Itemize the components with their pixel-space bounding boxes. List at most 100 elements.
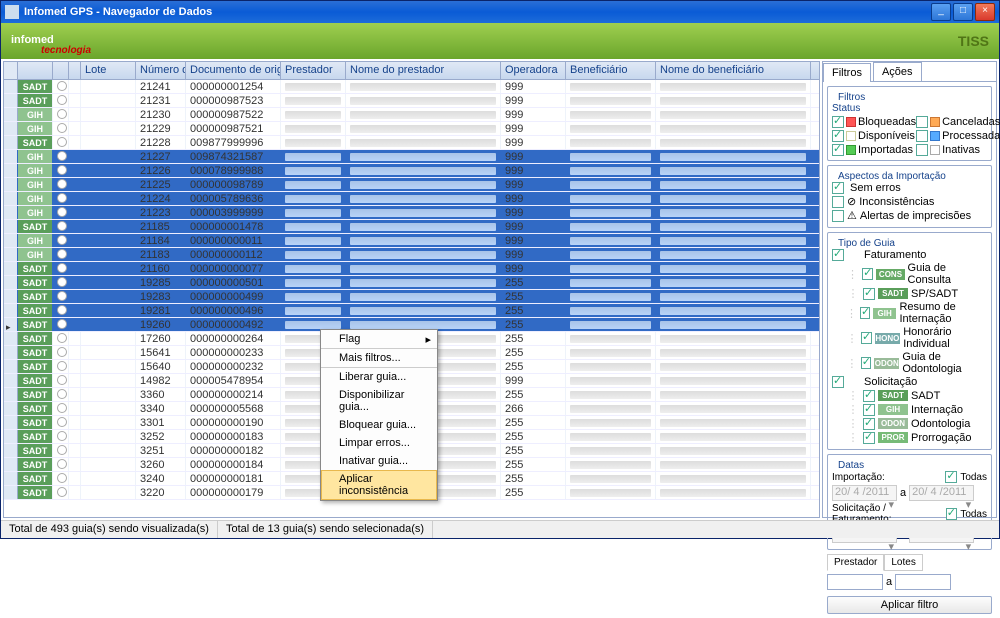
table-row[interactable]: GIH21226000078999988999: [4, 164, 819, 178]
flag-icon: [57, 403, 67, 413]
table-row[interactable]: SADT21228009877999996999: [4, 136, 819, 150]
row-tag: GIH: [18, 206, 53, 219]
table-row[interactable]: GIH21183000000000112999: [4, 248, 819, 262]
menu-item[interactable]: Flag▸: [321, 330, 437, 349]
checkbox-todas-imp[interactable]: [945, 471, 957, 483]
flag-icon: [57, 389, 67, 399]
table-row[interactable]: SADT19283000000000499255: [4, 290, 819, 304]
checkbox-todas-sol[interactable]: [946, 508, 958, 520]
flag-icon: [57, 431, 67, 441]
tipo-tag: ODON: [878, 418, 908, 429]
table-row[interactable]: GIH21184000000000011999: [4, 234, 819, 248]
flag-icon: [57, 151, 67, 161]
flag-icon: [57, 445, 67, 455]
checkbox[interactable]: [863, 288, 875, 300]
side-panel: Filtros Ações Filtros Status BloqueadasC…: [822, 61, 997, 518]
tipo-tag: SADT: [878, 390, 908, 401]
table-row[interactable]: SADT19285000000000501255: [4, 276, 819, 290]
date-imp-to[interactable]: 20/ 4 /2011▾: [909, 485, 974, 501]
status-icon: [930, 117, 940, 127]
prestador-to[interactable]: [895, 574, 951, 590]
table-row[interactable]: GIH21229000000987521999: [4, 122, 819, 136]
date-imp-from[interactable]: 20/ 4 /2011▾: [832, 485, 897, 501]
window-title: Infomed GPS - Navegador de Dados: [24, 6, 931, 18]
flag-icon: [57, 165, 67, 175]
checkbox[interactable]: [861, 332, 872, 344]
checkbox[interactable]: [863, 432, 875, 444]
tab-lotes[interactable]: Lotes: [884, 554, 922, 571]
flag-icon: [57, 291, 67, 301]
row-tag: SADT: [18, 304, 53, 317]
row-tag: GIH: [18, 234, 53, 247]
row-tag: SADT: [18, 402, 53, 415]
flag-icon: [57, 179, 67, 189]
tipo-tag: ODON: [874, 358, 899, 369]
checkbox[interactable]: [916, 130, 928, 142]
flag-icon: [57, 193, 67, 203]
checkbox[interactable]: [832, 116, 844, 128]
checkbox[interactable]: [862, 268, 873, 280]
menu-item[interactable]: Inativar guia...: [321, 452, 437, 470]
aplicar-filtro-button[interactable]: Aplicar filtro: [827, 596, 992, 614]
table-row[interactable]: SADT21241000000001254999: [4, 80, 819, 94]
tab-acoes[interactable]: Ações: [873, 62, 922, 81]
flag-icon: [57, 473, 67, 483]
menu-item[interactable]: Disponibilizar guia...: [321, 386, 437, 416]
table-row[interactable]: GIH21227009874321587999: [4, 150, 819, 164]
checkbox[interactable]: [832, 376, 844, 388]
table-row[interactable]: SADT19281000000000496255: [4, 304, 819, 318]
checkbox[interactable]: [916, 116, 928, 128]
flag-icon: [57, 417, 67, 427]
row-tag: SADT: [18, 486, 53, 499]
flag-icon: [57, 459, 67, 469]
row-tag: SADT: [18, 444, 53, 457]
status-icon: [846, 131, 856, 141]
row-tag: SADT: [18, 220, 53, 233]
checkbox[interactable]: [916, 144, 928, 156]
flag-icon: [57, 95, 67, 105]
close-button[interactable]: ×: [975, 3, 995, 21]
grid-header[interactable]: Lote Número da guia Documento de origem …: [4, 62, 819, 80]
menu-item[interactable]: Aplicar inconsistência: [321, 470, 437, 500]
tipo-tag: GIH: [878, 404, 908, 415]
table-row[interactable]: SADT21160000000000077999: [4, 262, 819, 276]
checkbox[interactable]: [832, 182, 844, 194]
checkbox[interactable]: [863, 390, 875, 402]
flag-icon: [57, 361, 67, 371]
checkbox[interactable]: [860, 307, 870, 319]
minimize-button[interactable]: _: [931, 3, 951, 21]
table-row[interactable]: GIH21223000003999999999: [4, 206, 819, 220]
checkbox[interactable]: [861, 357, 871, 369]
menu-item[interactable]: Liberar guia...: [321, 368, 437, 386]
checkbox[interactable]: [863, 418, 875, 430]
checkbox[interactable]: [832, 210, 844, 222]
flag-icon: [57, 487, 67, 497]
checkbox[interactable]: [832, 196, 844, 208]
checkbox[interactable]: [832, 144, 844, 156]
menu-item[interactable]: Mais filtros...: [321, 349, 437, 368]
checkbox[interactable]: [832, 130, 844, 142]
flag-icon: [57, 277, 67, 287]
status-icon: [930, 145, 940, 155]
menu-item[interactable]: Limpar erros...: [321, 434, 437, 452]
checkbox[interactable]: [863, 404, 875, 416]
tab-prestador[interactable]: Prestador: [827, 554, 884, 571]
table-row[interactable]: GIH21230000000987522999: [4, 108, 819, 122]
flag-icon: [57, 123, 67, 133]
maximize-button[interactable]: □: [953, 3, 973, 21]
checkbox[interactable]: [832, 249, 844, 261]
table-row[interactable]: GIH21225000000098789999: [4, 178, 819, 192]
table-row[interactable]: SADT21185000000001478999: [4, 220, 819, 234]
menu-item[interactable]: Bloquear guia...: [321, 416, 437, 434]
table-row[interactable]: SADT21231000000987523999: [4, 94, 819, 108]
row-tag: SADT: [18, 458, 53, 471]
tab-filtros[interactable]: Filtros: [823, 63, 871, 82]
table-row[interactable]: GIH21224000005789636999: [4, 192, 819, 206]
status-icon: [846, 117, 856, 127]
row-tag: SADT: [18, 472, 53, 485]
flag-icon: [57, 235, 67, 245]
prestador-from[interactable]: [827, 574, 883, 590]
aspect-icon: ⊘: [847, 195, 856, 208]
context-menu[interactable]: Flag▸Mais filtros...Liberar guia...Dispo…: [320, 329, 438, 501]
tipo-tag: GIH: [873, 308, 897, 319]
